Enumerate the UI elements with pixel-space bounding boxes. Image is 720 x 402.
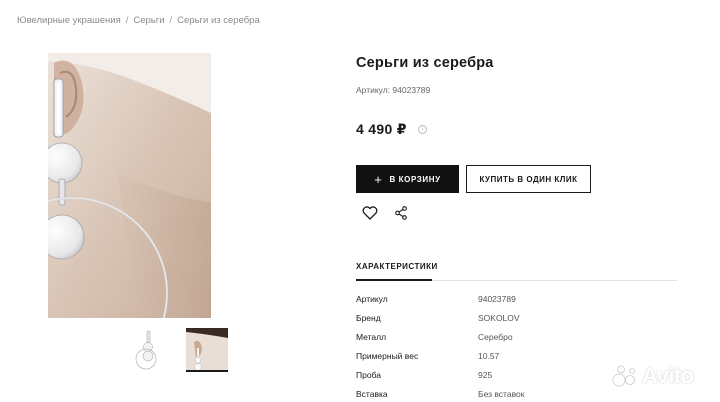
spec-value: Без вставок: [478, 389, 525, 399]
spec-value: SOKOLOV: [478, 313, 520, 323]
breadcrumb-item-jewelry[interactable]: Ювелирные украшения: [17, 15, 121, 26]
tabs-divider: [432, 280, 677, 281]
spec-value: 925: [478, 370, 493, 380]
avito-watermark: Avito: [612, 363, 694, 389]
spec-row-insert: Вставка Без вставок: [356, 389, 656, 401]
spec-value: Серебро: [478, 332, 513, 342]
earring-on-model-thumbnail-image: [186, 328, 228, 370]
spec-key: Вставка: [356, 389, 388, 399]
spec-row-weight: Примерный вес 10.57: [356, 351, 656, 363]
active-tab-indicator: [356, 279, 432, 281]
breadcrumb-separator: /: [169, 15, 173, 26]
spec-row-metal: Металл Серебро: [356, 332, 656, 344]
thumbnail-product[interactable]: [132, 328, 168, 372]
spec-key: Проба: [356, 370, 381, 380]
buy-one-click-button[interactable]: КУПИТЬ В ОДИН КЛИК: [466, 165, 591, 193]
buy-one-click-label: КУПИТЬ В ОДИН КЛИК: [479, 174, 578, 184]
spec-key: Бренд: [356, 313, 381, 323]
watermark-text: Avito: [642, 363, 694, 388]
spec-key: Металл: [356, 332, 387, 342]
tab-characteristics[interactable]: ХАРАКТЕРИСТИКИ: [356, 262, 438, 271]
share-icon[interactable]: [395, 206, 407, 220]
breadcrumb-separator: /: [125, 15, 129, 26]
heart-icon[interactable]: [362, 206, 378, 220]
thumbnail-on-model[interactable]: [186, 328, 228, 372]
info-icon[interactable]: i: [418, 125, 427, 134]
avito-logo-icon: [612, 365, 635, 387]
main-product-photo[interactable]: [48, 53, 211, 318]
add-to-cart-button[interactable]: + В КОРЗИНУ: [356, 165, 459, 193]
product-sku: Артикул: 94023789: [356, 85, 431, 95]
spec-row-brand: Бренд SOKOLOV: [356, 313, 656, 325]
thumbnail-strip: [132, 328, 228, 372]
plus-icon: +: [374, 171, 383, 187]
spec-row-sku: Артикул 94023789: [356, 294, 656, 306]
earring-on-ear-image: [48, 53, 211, 318]
spec-value: 94023789: [478, 294, 516, 304]
breadcrumb-item-earrings[interactable]: Серьги: [133, 15, 164, 26]
product-title: Серьги из серебра: [356, 55, 494, 71]
spec-key: Примерный вес: [356, 351, 419, 361]
breadcrumb-item-current: Серьги из серебра: [177, 15, 260, 26]
add-to-cart-label: В КОРЗИНУ: [389, 174, 441, 184]
earring-thumbnail-image: [135, 330, 157, 370]
breadcrumb: Ювелирные украшения / Серьги / Серьги из сер…: [17, 15, 260, 26]
product-price: 4 490 ₽: [356, 121, 407, 137]
spec-key: Артикул: [356, 294, 388, 304]
spec-row-fineness: Проба 925: [356, 370, 656, 382]
spec-value: 10.57: [478, 351, 500, 361]
